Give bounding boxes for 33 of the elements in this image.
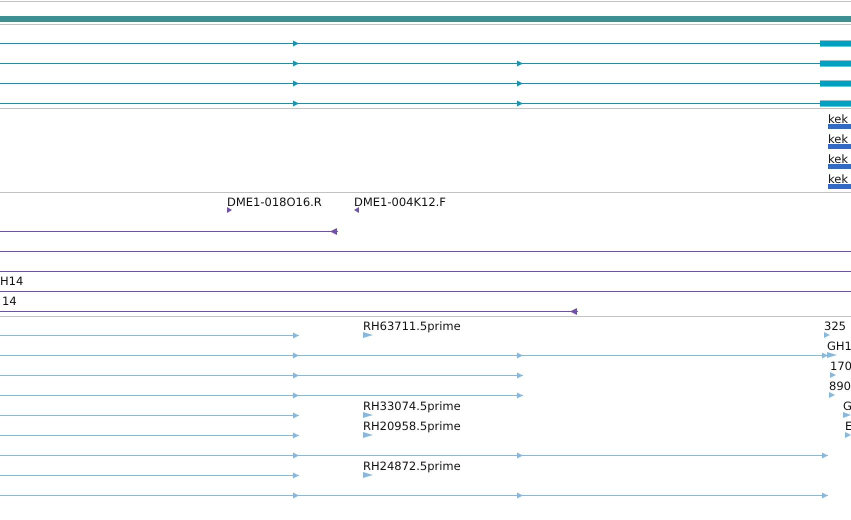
feature-marker (827, 352, 837, 358)
protein-bar (828, 164, 851, 169)
feature-label: RH33074.5prime (363, 400, 461, 412)
feature-marker (830, 372, 836, 378)
feature-label: GH1 (827, 340, 851, 352)
feature-label: RH63711.5prime (363, 320, 461, 332)
feature-label: 170 (830, 360, 851, 372)
feature-marker (824, 332, 830, 338)
feature-label: 14 (2, 295, 17, 307)
feature-marker (363, 412, 373, 418)
feature-label: G (843, 400, 851, 412)
feature-marker (843, 412, 851, 418)
feature-marker (227, 207, 232, 213)
feature-marker (845, 432, 851, 438)
protein-bar (828, 144, 851, 149)
feature-label: DME1-004K12.F (354, 196, 446, 208)
feature-label: RH24872.5prime (363, 460, 461, 472)
protein-bar (828, 184, 851, 189)
feature-label: kek (828, 133, 848, 145)
feature-label: DME1-018O16.R (227, 196, 322, 208)
feature-marker (363, 332, 373, 338)
feature-marker (829, 392, 835, 398)
feature-label: kek (828, 153, 848, 165)
feature-label: kek (828, 113, 848, 125)
feature-label: 325 (824, 320, 846, 332)
feature-label: 890 (829, 380, 851, 392)
feature-marker (354, 207, 359, 213)
protein-bar (828, 124, 851, 129)
feature-marker (363, 432, 373, 438)
feature-label: H14 (0, 275, 24, 287)
feature-marker (363, 472, 373, 478)
feature-label: RH20958.5prime (363, 420, 461, 432)
feature-label: kek (828, 173, 848, 185)
